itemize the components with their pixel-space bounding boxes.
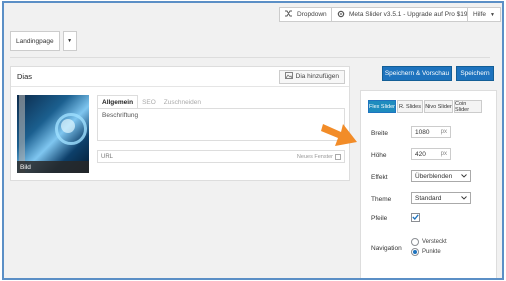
- height-unit: px: [440, 151, 447, 157]
- shuffle-icon: [285, 10, 293, 19]
- slider-type-nivo[interactable]: Nivo Slider: [424, 100, 453, 113]
- slide-item: Bild Allgemein SEO Zuschneiden Beschrift…: [17, 95, 345, 175]
- arrows-label: Pfeile: [371, 215, 388, 222]
- pointer-arrow-icon: [321, 124, 357, 146]
- image-icon: [284, 72, 293, 81]
- tab-seo[interactable]: SEO: [138, 95, 160, 109]
- nav-option-hidden-label: Versteckt: [422, 239, 447, 245]
- slider-type-flex[interactable]: Flex Slider: [368, 100, 396, 113]
- effect-value: Überblenden: [415, 172, 453, 180]
- width-value: 1080: [415, 128, 430, 136]
- caret-down-icon: ▼: [67, 38, 73, 44]
- theme-label: Theme: [371, 196, 392, 203]
- url-placeholder: URL: [101, 153, 114, 160]
- new-window-checkbox[interactable]: [335, 153, 341, 160]
- slide-tabs: Allgemein SEO Zuschneiden: [97, 95, 205, 109]
- slider-type-coin[interactable]: Coin Slider: [454, 100, 482, 113]
- slider-type-tabs: Flex Slider R. Slides Nivo Slider Coin S…: [368, 100, 483, 113]
- theme-select[interactable]: Standard: [411, 192, 471, 204]
- width-unit: px: [440, 129, 447, 135]
- tab-add-button[interactable]: ▼: [62, 31, 77, 51]
- add-slide-button[interactable]: Dia hinzufügen: [278, 69, 345, 84]
- new-window-label: Neues Fenster: [296, 153, 333, 160]
- theme-value: Standard: [415, 194, 442, 202]
- dropdown-label: Dropdown: [297, 11, 327, 18]
- radio-hidden[interactable]: [411, 238, 419, 246]
- tab-landingpage[interactable]: Landingpage: [10, 31, 60, 51]
- upgrade-button[interactable]: Meta Slider v3.5.1 - Upgrade auf Pro $19: [331, 7, 474, 22]
- help-label: Hilfe: [473, 11, 487, 18]
- divider: [10, 57, 490, 58]
- save-button[interactable]: Speichern: [456, 66, 494, 81]
- chevron-down-icon: [461, 173, 467, 180]
- nav-option-hidden[interactable]: Versteckt: [411, 238, 447, 246]
- nav-option-dots[interactable]: Punkte: [411, 248, 441, 256]
- effect-select[interactable]: Überblenden: [411, 170, 471, 182]
- new-window-option: Neues Fenster: [296, 153, 341, 160]
- nav-option-dots-label: Punkte: [422, 249, 441, 255]
- slider-type-responsive[interactable]: R. Slides: [397, 100, 423, 113]
- slides-title: Dias: [17, 72, 33, 81]
- width-input[interactable]: 1080 px: [411, 126, 451, 138]
- help-button[interactable]: Hilfe ▼: [467, 7, 501, 22]
- slide-thumbnail[interactable]: Bild: [17, 95, 89, 173]
- caption-placeholder: Beschriftung: [102, 112, 139, 119]
- arrows-checkbox[interactable]: [411, 213, 420, 222]
- slides-panel-header: Dias Dia hinzufügen: [11, 67, 349, 87]
- radio-selected-dot: [413, 250, 417, 254]
- slideshow-tabs: Landingpage ▼: [10, 31, 80, 51]
- radio-dots[interactable]: [411, 248, 419, 256]
- url-input[interactable]: URL Neues Fenster: [97, 150, 345, 163]
- caption-textarea[interactable]: Beschriftung: [97, 108, 345, 141]
- gear-icon: [337, 10, 345, 20]
- checkmark-icon: [412, 213, 419, 222]
- chevron-down-icon: [461, 195, 467, 202]
- navigation-label: Navigation: [371, 245, 402, 252]
- height-label: Höhe: [371, 152, 387, 159]
- caret-down-icon: ▼: [490, 11, 495, 18]
- effect-label: Effekt: [371, 174, 388, 181]
- thumbnail-caption: Bild: [17, 161, 89, 173]
- tab-general[interactable]: Allgemein: [97, 95, 139, 109]
- add-slide-label: Dia hinzufügen: [295, 73, 339, 80]
- height-input[interactable]: 420 px: [411, 148, 451, 160]
- save-preview-button[interactable]: Speichern & Vorschau: [382, 66, 452, 81]
- tab-label: Landingpage: [16, 37, 54, 45]
- height-value: 420: [415, 150, 426, 158]
- slides-panel: Dias Dia hinzufügen Bild Allgemein SEO Z…: [10, 66, 350, 181]
- upgrade-label: Meta Slider v3.5.1 - Upgrade auf Pro $19: [349, 11, 468, 18]
- width-label: Breite: [371, 130, 388, 137]
- dropdown-button[interactable]: Dropdown: [279, 7, 333, 22]
- app-frame: Dropdown Meta Slider v3.5.1 - Upgrade au…: [2, 1, 504, 280]
- tab-crop[interactable]: Zuschneiden: [160, 95, 205, 109]
- settings-panel: Flex Slider R. Slides Nivo Slider Coin S…: [360, 90, 497, 278]
